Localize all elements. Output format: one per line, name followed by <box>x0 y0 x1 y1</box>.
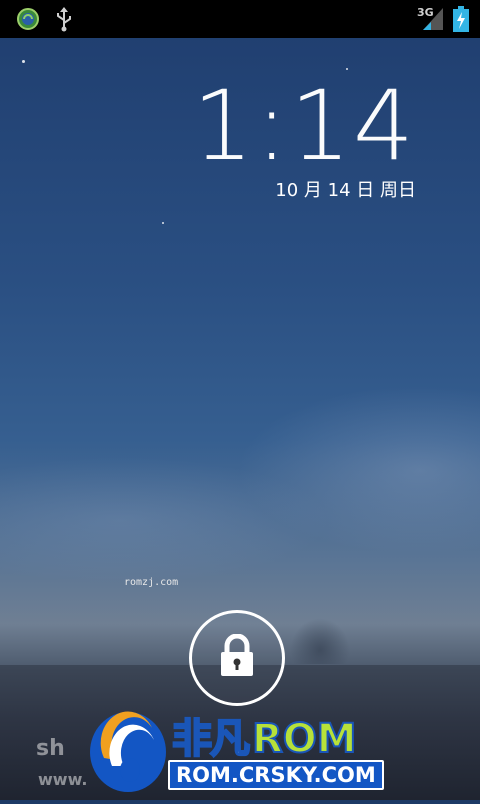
wallpaper-star <box>162 222 164 224</box>
unlock-button[interactable] <box>189 610 285 706</box>
wallpaper-clouds <box>290 618 350 664</box>
brand-name-cn: 非凡 <box>171 715 251 763</box>
brand-logo-icon <box>82 700 182 800</box>
lockscreen-clock: 1:14 <box>192 70 416 182</box>
watermark-fragment: www. <box>38 770 88 789</box>
sync-globe-icon <box>14 0 42 38</box>
brand-name: 非凡 ROM <box>171 706 358 764</box>
brand-name-rom: ROM <box>251 715 358 763</box>
lock-icon <box>218 633 256 682</box>
wallpaper-star <box>22 60 25 63</box>
battery-charging-icon <box>450 0 472 38</box>
lockscreen-date: 10 月 14 日 周日 <box>275 180 416 201</box>
watermark-fragment: sh <box>36 736 65 761</box>
brand-url: ROM.CRSKY.COM <box>168 760 384 790</box>
status-bar[interactable]: 3G <box>0 0 480 38</box>
signal-icon <box>420 0 446 38</box>
usb-icon <box>52 0 76 38</box>
watermark-text: romzj.com <box>124 577 179 588</box>
